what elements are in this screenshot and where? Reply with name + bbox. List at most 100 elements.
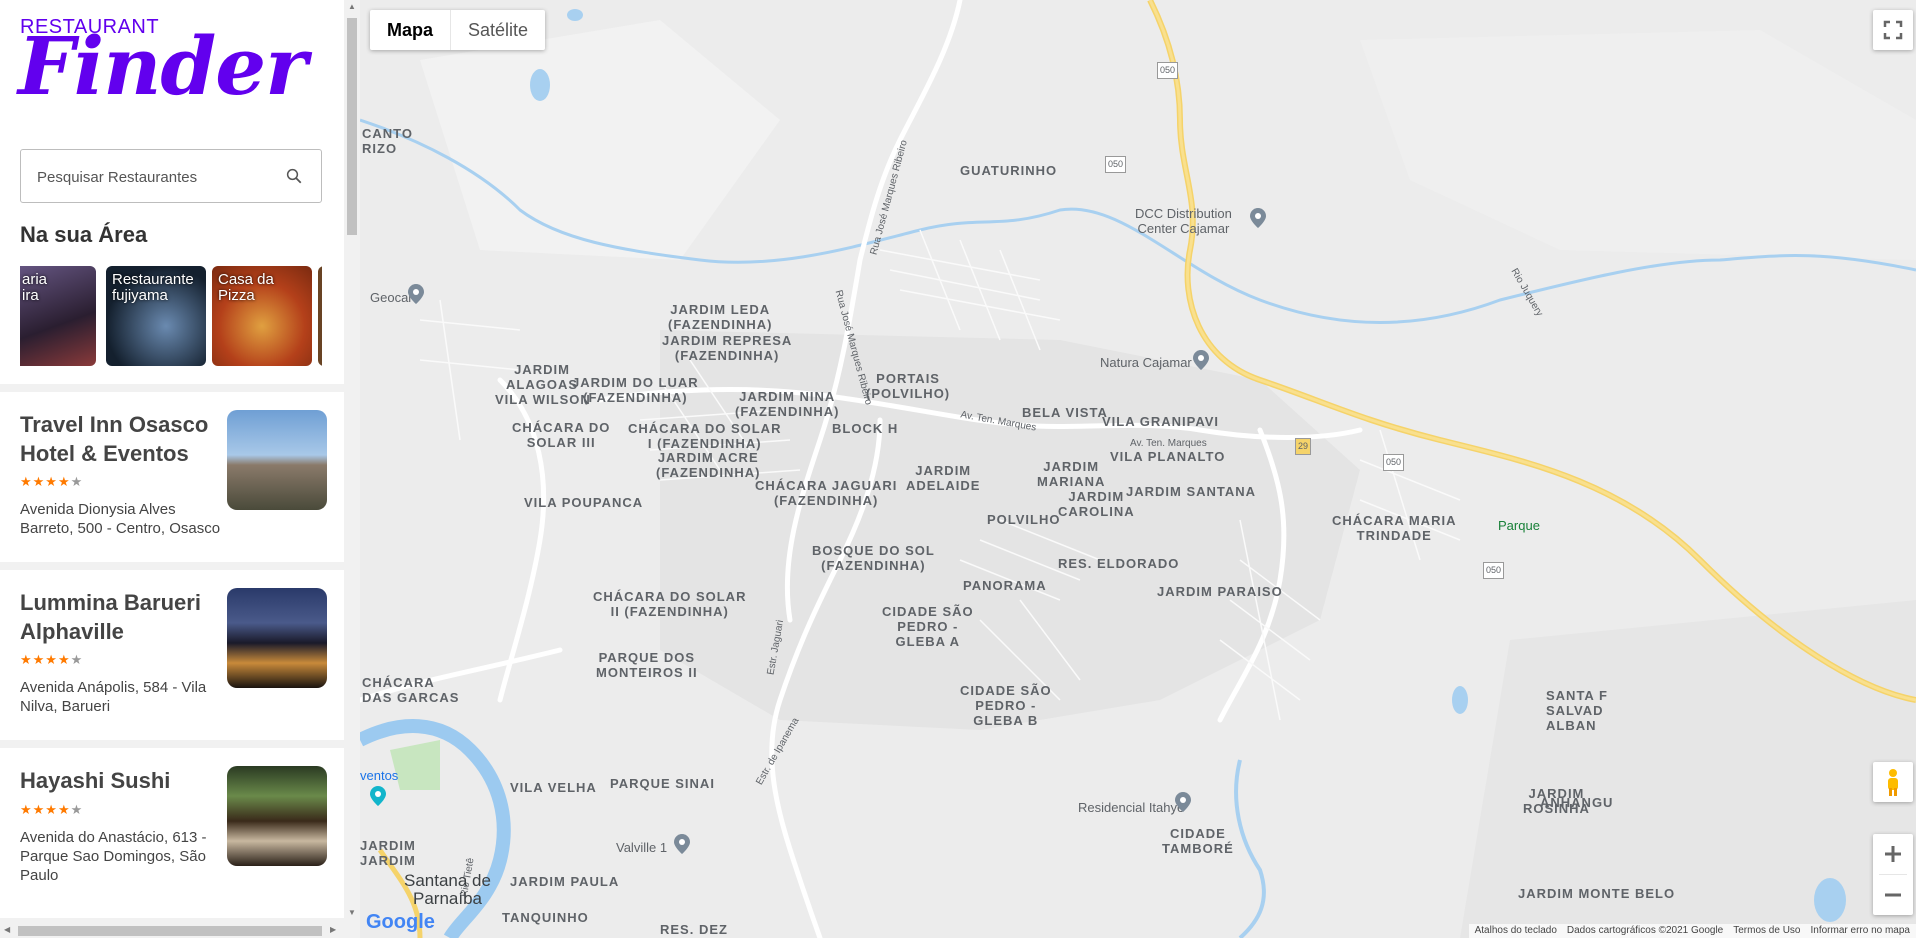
poi-label[interactable]: ventos xyxy=(360,768,398,783)
restaurant-address: Avenida Anápolis, 584 - Vila Nilva, Baru… xyxy=(20,679,207,715)
place-pin-icon[interactable] xyxy=(408,284,424,304)
terms-link[interactable]: Termos de Uso xyxy=(1733,924,1800,938)
scroll-up-icon[interactable]: ▲ xyxy=(348,2,356,11)
neighborhood-label: CHÁCARA JAGUARI (FAZENDINHA) xyxy=(755,478,898,508)
keyboard-shortcuts-link[interactable]: Atalhos do teclado xyxy=(1475,924,1557,938)
neighborhood-label: TANQUINHO xyxy=(502,910,589,925)
neighborhood-label: JARDIM NINA (FAZENDINHA) xyxy=(735,389,840,419)
place-pin-icon[interactable] xyxy=(1175,792,1191,812)
fullscreen-button[interactable] xyxy=(1873,10,1913,50)
rating-stars: ★★★★★ xyxy=(20,474,84,489)
carousel-item-label: Casa da Pizza xyxy=(218,271,274,304)
restaurant-photo xyxy=(227,410,327,510)
google-logo: Google xyxy=(366,911,435,934)
restaurant-address: Avenida Dionysia Alves Barreto, 500 - Ce… xyxy=(20,501,221,537)
neighborhood-label: POLVILHO xyxy=(987,512,1061,527)
neighborhood-label: JARDIM REPRESA (FAZENDINHA) xyxy=(662,333,793,363)
neighborhood-label: BOSQUE DO SOL (FAZENDINHA) xyxy=(812,543,935,573)
neighborhood-label: VILA PLANALTO xyxy=(1110,449,1226,464)
event-pin-icon[interactable] xyxy=(370,786,386,806)
map-type-satellite-button[interactable]: Satélite xyxy=(451,10,545,50)
poi-label[interactable]: Residencial Itahyê xyxy=(1078,800,1184,815)
restaurant-card[interactable]: Lummina Barueri Alphaville ★★★★★ Avenida… xyxy=(0,570,344,740)
pegman-icon xyxy=(1888,769,1898,796)
scrollbar-thumb[interactable] xyxy=(18,926,322,936)
restaurant-name: Travel Inn Osasco Hotel & Eventos xyxy=(20,412,209,466)
sidebar-scroll-area[interactable]: RESTAURANT Finder Na sua Área ariaira Re… xyxy=(0,0,344,938)
neighborhood-label: RES. DEZ xyxy=(660,922,728,937)
neighborhood-label: JARDIM SANTANA xyxy=(1126,484,1257,499)
neighborhood-label: JARDIM ACRE (FAZENDINHA) xyxy=(656,450,761,480)
map-type-control: Mapa Satélite xyxy=(370,10,546,50)
rating-stars: ★★★★★ xyxy=(20,802,84,817)
carousel-item[interactable]: Restaurante fujiyama xyxy=(106,266,206,366)
poi-label[interactable]: DCC Distribution Center Cajamar xyxy=(1135,206,1232,236)
neighborhood-label: PARQUE SINAI xyxy=(610,776,715,791)
highway-shield: 050 xyxy=(1483,562,1505,579)
poi-label: Parque xyxy=(1498,518,1540,533)
place-pin-icon[interactable] xyxy=(674,834,690,854)
highway-shield: 050 xyxy=(1383,454,1405,471)
neighborhood-label: CHÁCARA DO SOLAR I (FAZENDINHA) xyxy=(628,421,782,451)
neighborhood-label: PARQUE DOS MONTEIROS II xyxy=(596,650,698,680)
report-error-link[interactable]: Informar erro no mapa xyxy=(1811,924,1911,938)
search-input[interactable] xyxy=(35,150,279,204)
restaurant-address: Avenida do Anastácio, 613 - Parque Sao D… xyxy=(20,829,207,884)
fullscreen-icon xyxy=(1883,20,1903,40)
neighborhood-label: CIDADE SÃO PEDRO - GLEBA B xyxy=(960,683,1052,728)
carousel-item-label: Restaurante fujiyama xyxy=(112,271,194,304)
logo-finder: Finder xyxy=(18,19,307,113)
street-view-button[interactable] xyxy=(1873,762,1913,802)
carousel-item[interactable] xyxy=(318,266,322,366)
zoom-control xyxy=(1873,834,1913,915)
neighborhood-label: JARDIM MARIANA xyxy=(1037,459,1106,489)
zoom-in-icon[interactable] xyxy=(1873,834,1913,874)
poi-label[interactable]: Geocal xyxy=(370,290,411,305)
vertical-scrollbar[interactable]: ▲ ▼ xyxy=(344,0,360,922)
carousel-item[interactable]: Casa da Pizza xyxy=(212,266,312,366)
poi-label[interactable]: Valville 1 xyxy=(616,840,667,855)
map-data-attribution: Dados cartográficos ©2021 Google xyxy=(1566,925,1724,936)
scroll-left-icon[interactable]: ◀ xyxy=(4,925,10,934)
map-type-map-button[interactable]: Mapa xyxy=(370,10,452,50)
rating-stars: ★★★★★ xyxy=(20,652,84,667)
neighborhood-label: JARDIM LEDA (FAZENDINHA) xyxy=(668,302,773,332)
restaurant-card[interactable]: Hayashi Sushi ★★★★★ Avenida do Anastácio… xyxy=(0,748,344,918)
neighborhood-label: JARDIM MONTE BELO xyxy=(1518,886,1676,901)
google-logo-text: Google xyxy=(366,911,435,933)
place-pin-icon[interactable] xyxy=(1193,350,1209,370)
neighborhood-label: BELA VISTA xyxy=(1022,405,1108,420)
neighborhood-label: JARDIM PAULA xyxy=(510,874,620,889)
neighborhood-label: BLOCK H xyxy=(832,421,899,436)
neighborhood-label: VILA WILSON xyxy=(495,392,591,407)
poi-label[interactable]: Natura Cajamar xyxy=(1100,355,1192,370)
neighborhood-label: CHÁCARA DO SOLAR III xyxy=(512,420,611,450)
search-box[interactable] xyxy=(20,149,322,204)
horizontal-scrollbar[interactable]: ◀ ▶ xyxy=(0,922,344,938)
map-footer: Atalhos do teclado Dados cartográficos ©… xyxy=(1468,924,1916,938)
restaurant-photo xyxy=(227,766,327,866)
neighborhood-label: PANORAMA xyxy=(963,578,1047,593)
neighborhood-label: JARDIM DO LUAR (FAZENDINHA) xyxy=(572,375,699,405)
restaurant-name: Lummina Barueri Alphaville xyxy=(20,590,201,644)
neighborhood-label: VILA POUPANCA xyxy=(524,495,644,510)
zoom-out-icon[interactable] xyxy=(1873,875,1913,915)
scroll-right-icon[interactable]: ▶ xyxy=(330,925,336,934)
search-icon[interactable] xyxy=(285,167,303,185)
city-label: Santana de Parnaíba xyxy=(404,871,491,908)
neighborhood-label: CIDADE TAMBORÉ xyxy=(1162,826,1234,856)
highway-shield: 050 xyxy=(1157,62,1179,79)
neighborhood-label: RES. ELDORADO xyxy=(1058,556,1180,571)
restaurant-card[interactable]: Travel Inn Osasco Hotel & Eventos ★★★★★ … xyxy=(0,392,344,562)
carousel-item[interactable]: aria ira xyxy=(20,266,96,366)
scrollbar-thumb[interactable] xyxy=(347,18,357,235)
place-pin-icon[interactable] xyxy=(1250,208,1266,228)
nearby-carousel[interactable]: aria ira Restaurante fujiyama Casa da Piz… xyxy=(20,266,322,366)
highway-shield: 050 xyxy=(1105,156,1127,173)
neighborhood-label: VILA VELHA xyxy=(510,780,597,795)
neighborhood-label: JARDIM CAROLINA xyxy=(1058,489,1135,519)
map-canvas[interactable]: 050 050 29 050 050 Rua José Marques Ribe… xyxy=(360,0,1916,938)
search-panel: RESTAURANT Finder Na sua Área ariaira Re… xyxy=(0,0,344,384)
scroll-down-icon[interactable]: ▼ xyxy=(348,908,356,917)
restaurant-name: Hayashi Sushi xyxy=(20,768,171,793)
